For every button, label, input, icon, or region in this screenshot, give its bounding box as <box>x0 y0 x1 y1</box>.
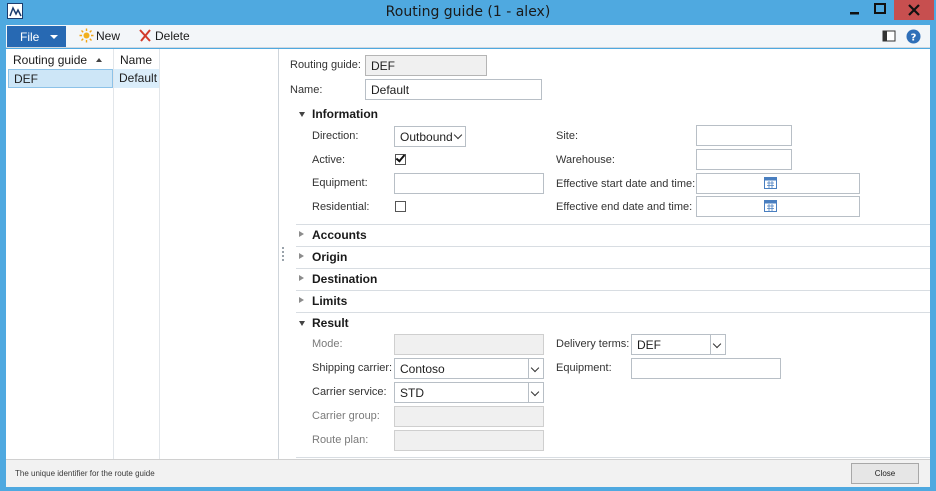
status-bar: The unique identifier for the route guid… <box>6 459 930 487</box>
carrier-service-value: STD <box>400 386 424 400</box>
divider <box>296 290 930 291</box>
divider <box>296 312 930 313</box>
delete-button-label: Delete <box>155 29 190 43</box>
action-toolbar: File New Delete ? <box>6 25 930 48</box>
maximize-icon[interactable] <box>867 0 893 20</box>
file-menu-label: File <box>20 30 40 44</box>
column-header-name[interactable]: Name <box>120 53 152 67</box>
site-label: Site: <box>556 130 579 142</box>
effective-start-label: Effective start date and time: <box>556 178 696 190</box>
section-information[interactable]: Information <box>312 107 378 121</box>
dropdown-arrow-icon[interactable] <box>710 335 725 354</box>
expand-icon[interactable] <box>299 231 304 237</box>
dropdown-arrow-icon[interactable] <box>528 383 543 402</box>
cell-name[interactable]: Default <box>114 69 159 88</box>
mode-select <box>394 334 544 355</box>
route-plan-label: Route plan: <box>312 434 369 446</box>
direction-select[interactable]: Outbound <box>394 126 466 147</box>
svg-text:?: ? <box>911 33 917 44</box>
new-icon <box>79 28 94 43</box>
result-equipment-label: Equipment: <box>556 362 612 374</box>
carrier-service-label: Carrier service: <box>312 386 387 398</box>
site-select[interactable] <box>696 125 792 146</box>
routing-guide-grid: Routing guide Name DEF Default <box>6 49 279 459</box>
column-header-routing-guide[interactable]: Routing guide <box>13 53 87 67</box>
expand-icon[interactable] <box>299 297 304 303</box>
effective-end-label: Effective end date and time: <box>556 201 693 213</box>
mode-label: Mode: <box>312 338 343 350</box>
help-icon[interactable]: ? <box>906 29 921 44</box>
divider <box>296 224 930 225</box>
dropdown-arrow-icon[interactable] <box>528 359 543 378</box>
calendar-icon[interactable] <box>764 200 777 212</box>
shipping-carrier-value: Contoso <box>400 362 445 376</box>
carrier-service-select[interactable]: STD <box>394 382 544 403</box>
delete-button[interactable]: Delete <box>138 29 198 45</box>
delivery-terms-select[interactable]: DEF <box>631 334 726 355</box>
column-separator <box>159 49 160 459</box>
section-limits[interactable]: Limits <box>312 294 347 308</box>
residential-label: Residential: <box>312 201 370 213</box>
delete-icon <box>139 29 151 42</box>
name-field[interactable]: Default <box>365 79 542 100</box>
title-bar: Routing guide (1 - alex) <box>0 0 936 24</box>
new-button[interactable]: New <box>79 28 129 45</box>
table-row[interactable]: DEF Default <box>8 69 159 88</box>
cell-routing-guide[interactable]: DEF <box>8 69 113 88</box>
section-destination[interactable]: Destination <box>312 272 377 286</box>
content-area: Routing guide Name DEF Default Routing g… <box>6 49 930 459</box>
collapse-icon[interactable] <box>299 321 305 326</box>
close-icon[interactable] <box>894 0 934 20</box>
section-result[interactable]: Result <box>312 316 349 330</box>
divider <box>296 246 930 247</box>
shipping-carrier-select[interactable]: Contoso <box>394 358 544 379</box>
residential-checkbox[interactable] <box>395 201 406 212</box>
shipping-carrier-label: Shipping carrier: <box>312 362 393 374</box>
equipment-label: Equipment: <box>312 177 368 189</box>
layout-icon[interactable] <box>882 29 897 44</box>
carrier-group-label: Carrier group: <box>312 410 380 422</box>
routing-guide-field[interactable]: DEF <box>365 55 487 76</box>
warehouse-select[interactable] <box>696 149 792 170</box>
delivery-terms-value: DEF <box>637 338 661 352</box>
section-accounts[interactable]: Accounts <box>312 228 367 242</box>
window-title: Routing guide (1 - alex) <box>385 4 551 20</box>
close-button[interactable]: Close <box>851 463 919 484</box>
equipment-select[interactable] <box>394 173 544 194</box>
file-menu-button[interactable]: File <box>7 26 66 47</box>
carrier-group-select <box>394 406 544 427</box>
collapse-icon[interactable] <box>299 112 305 117</box>
minimize-icon[interactable] <box>842 0 868 20</box>
divider <box>296 268 930 269</box>
divider <box>296 457 930 458</box>
column-separator <box>113 49 114 459</box>
effective-start-field[interactable] <box>696 173 860 194</box>
routing-guide-label: Routing guide: <box>290 59 361 71</box>
active-checkbox[interactable] <box>395 152 406 165</box>
direction-label: Direction: <box>312 130 359 142</box>
section-origin[interactable]: Origin <box>312 250 347 264</box>
warehouse-label: Warehouse: <box>556 154 615 166</box>
name-label: Name: <box>290 84 323 96</box>
status-text: The unique identifier for the route guid… <box>15 469 155 478</box>
result-equipment-select[interactable] <box>631 358 781 379</box>
route-plan-select <box>394 430 544 451</box>
effective-end-field[interactable] <box>696 196 860 217</box>
calendar-icon[interactable] <box>764 177 777 189</box>
sort-ascending-icon <box>96 58 102 62</box>
delivery-terms-label: Delivery terms: <box>556 338 630 350</box>
expand-icon[interactable] <box>299 275 304 281</box>
expand-icon[interactable] <box>299 253 304 259</box>
active-label: Active: <box>312 154 346 166</box>
check-icon <box>395 152 406 163</box>
chevron-down-icon <box>50 35 58 39</box>
new-button-label: New <box>96 29 121 43</box>
detail-pane: Routing guide: DEF Name: Default Informa… <box>280 49 930 459</box>
